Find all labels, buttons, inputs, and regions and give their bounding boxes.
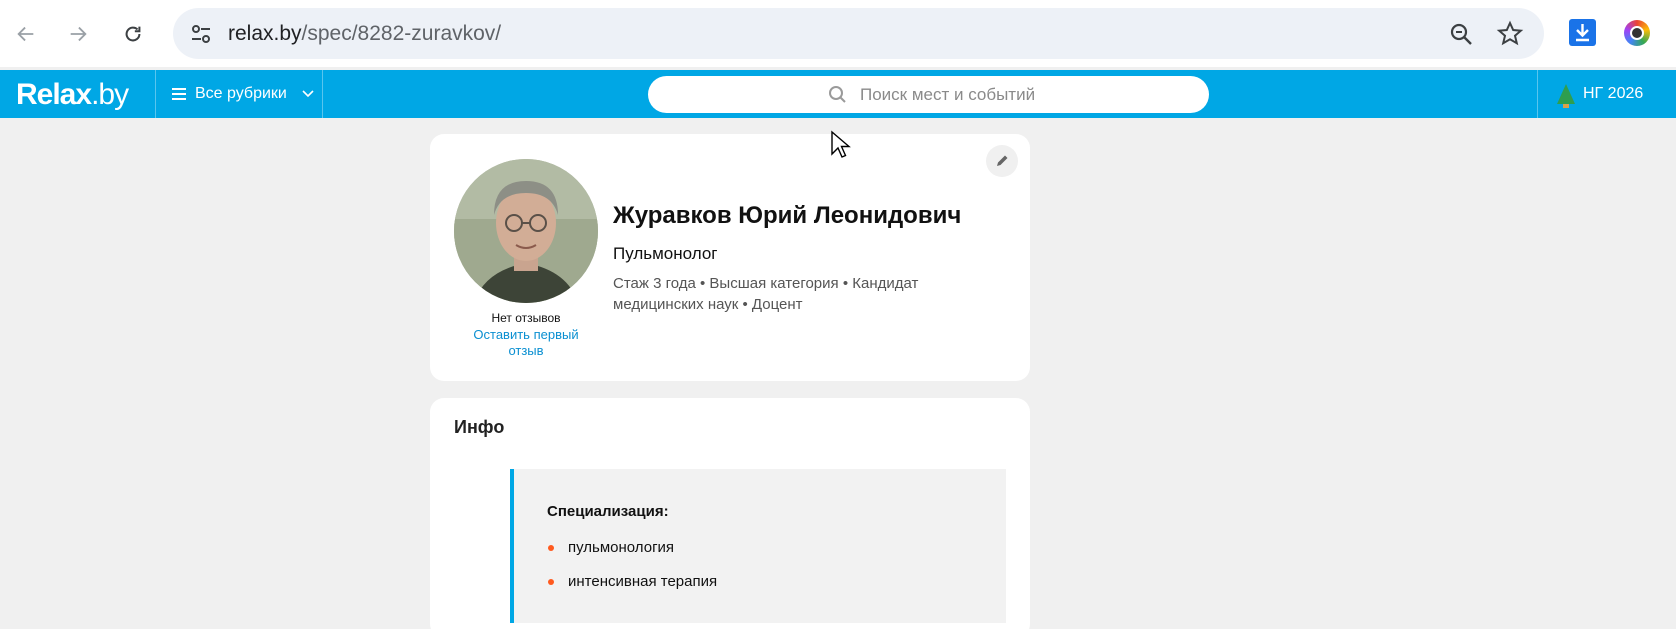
bullet-icon (548, 579, 554, 585)
edit-button[interactable] (986, 145, 1018, 177)
chevron-down-icon (302, 90, 314, 98)
back-button[interactable] (6, 14, 46, 54)
doctor-meta: Стаж 3 года • Высшая категория • Кандида… (613, 275, 919, 313)
back-arrow-icon (17, 26, 34, 42)
mouse-cursor-icon (831, 130, 851, 158)
header-divider (155, 70, 156, 118)
list-item: пульмонология (548, 539, 717, 573)
rubrics-label: Все рубрики (195, 85, 287, 102)
bookmark-star-icon[interactable] (1496, 20, 1524, 48)
leave-review-link[interactable]: Оставить первый отзыв (464, 327, 588, 359)
forward-button[interactable] (58, 14, 98, 54)
url-host: relax.by (228, 22, 302, 45)
forward-arrow-icon (70, 26, 87, 42)
site-header: Relax.by Все рубрики Поиск мест и событи… (0, 70, 1676, 118)
specialization-item: пульмонология (568, 539, 675, 556)
colorful-extension-icon[interactable] (1624, 20, 1650, 46)
relax-logo[interactable]: Relax.by (16, 78, 129, 112)
logo-main: Relax (16, 78, 92, 111)
ng-label: НГ 2026 (1583, 85, 1644, 102)
reviews-count: Нет отзывов (491, 311, 561, 325)
christmas-tree-icon (1557, 84, 1575, 108)
bullet-icon (548, 545, 554, 551)
header-divider (322, 70, 323, 118)
specialization-block: Специализация: пульмонология интенсивная… (510, 469, 1006, 623)
url-text[interactable]: relax.by/spec/8282-zuravkov/ (228, 22, 501, 46)
pencil-icon (997, 155, 1008, 166)
info-title: Инфо (454, 417, 505, 437)
url-path: /spec/8282-zuravkov/ (301, 22, 502, 45)
reload-icon (125, 26, 141, 42)
info-card: Инфо Специализация: пульмонология интенс… (430, 398, 1030, 629)
address-bar[interactable]: relax.by/spec/8282-zuravkov/ (173, 8, 1544, 59)
doctor-specialty: Пульмонолог (613, 244, 718, 263)
hamburger-icon (172, 88, 186, 100)
doctor-name: Журавков Юрий Леонидович (613, 202, 962, 229)
download-extension-icon[interactable] (1569, 19, 1596, 46)
specialization-label: Специализация: (547, 503, 669, 520)
rubrics-menu-button[interactable]: Все рубрики (171, 70, 317, 118)
zoom-icon[interactable] (1447, 20, 1475, 48)
specialization-list: пульмонология интенсивная терапия (548, 539, 717, 607)
doctor-avatar (454, 159, 598, 303)
search-placeholder: Поиск мест и событий (860, 85, 1036, 104)
browser-toolbar: relax.by/spec/8282-zuravkov/ (0, 0, 1676, 67)
header-divider (1537, 70, 1538, 118)
search-icon (829, 86, 846, 103)
site-settings-icon[interactable] (187, 20, 215, 48)
doctor-profile-card: Нет отзывов Оставить первый отзыв Журавк… (430, 134, 1030, 381)
search-input[interactable]: Поиск мест и событий (648, 76, 1209, 113)
ng-2026-link[interactable]: НГ 2026 (1557, 70, 1643, 118)
logo-tld: .by (91, 78, 129, 111)
reload-button[interactable] (113, 14, 153, 54)
specialization-item: интенсивная терапия (568, 573, 718, 590)
list-item: интенсивная терапия (548, 573, 717, 607)
